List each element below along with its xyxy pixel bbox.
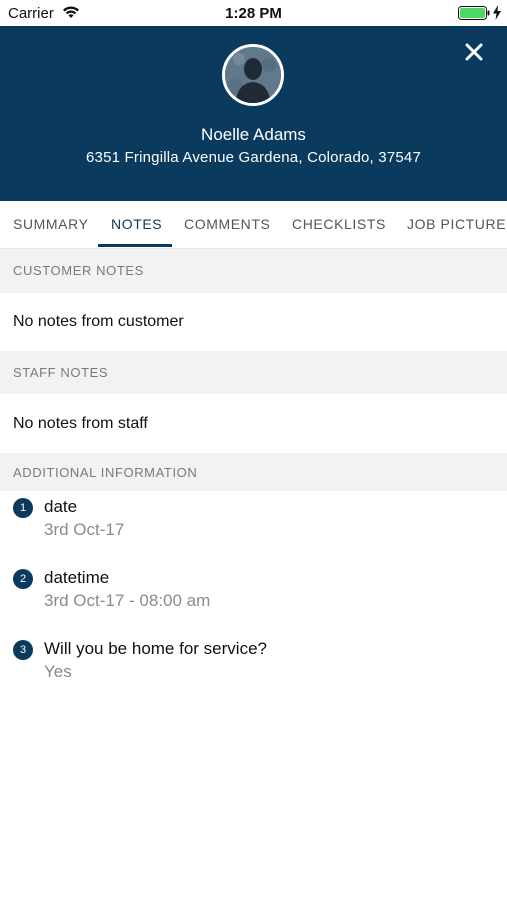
customer-header: Noelle Adams 6351 Fringilla Avenue Garde…	[0, 26, 507, 201]
tab-job-pictures[interactable]: JOB PICTURES	[407, 201, 507, 248]
clock: 1:28 PM	[225, 5, 282, 22]
number-badge: 1	[13, 498, 33, 518]
customer-notes-text: No notes from customer	[0, 293, 507, 351]
screen: Carrier 1:28 PM Noelle Adams 6351 Fringi…	[0, 0, 507, 900]
battery-icon	[458, 6, 490, 20]
avatar-placeholder-icon	[225, 47, 281, 103]
info-answer: 3rd Oct-17 - 08:00 am	[44, 591, 211, 610]
number-badge: 3	[13, 640, 33, 660]
number-badge: 2	[13, 569, 33, 589]
customer-name: Noelle Adams	[201, 125, 306, 144]
info-question: datetime	[44, 568, 110, 587]
status-bar: Carrier 1:28 PM	[0, 0, 507, 26]
customer-notes-header: CUSTOMER NOTES	[0, 249, 507, 293]
list-item: 1 date 3rd Oct-17	[0, 490, 507, 550]
info-answer: 3rd Oct-17	[44, 520, 125, 539]
close-icon[interactable]	[460, 38, 488, 66]
customer-address: 6351 Fringilla Avenue Gardena, Colorado,…	[86, 149, 421, 166]
staff-notes-text: No notes from staff	[0, 394, 507, 453]
avatar	[222, 44, 284, 106]
tab-notes[interactable]: NOTES	[111, 201, 162, 248]
staff-notes-header: STAFF NOTES	[0, 351, 507, 394]
list-item: 2 datetime 3rd Oct-17 - 08:00 am	[0, 561, 507, 621]
tab-summary[interactable]: SUMMARY	[13, 201, 89, 248]
info-question: Will you be home for service?	[44, 639, 267, 658]
list-item: 3 Will you be home for service? Yes	[0, 632, 507, 692]
active-tab-indicator	[98, 244, 172, 247]
additional-information-header: ADDITIONAL INFORMATION	[0, 453, 507, 491]
tab-bar: SUMMARY NOTES COMMENTS CHECKLISTS JOB PI…	[0, 201, 507, 249]
info-answer: Yes	[44, 662, 72, 681]
charging-bolt-icon	[493, 5, 501, 20]
tab-comments[interactable]: COMMENTS	[184, 201, 270, 248]
info-question: date	[44, 497, 78, 516]
tab-checklists[interactable]: CHECKLISTS	[292, 201, 386, 248]
